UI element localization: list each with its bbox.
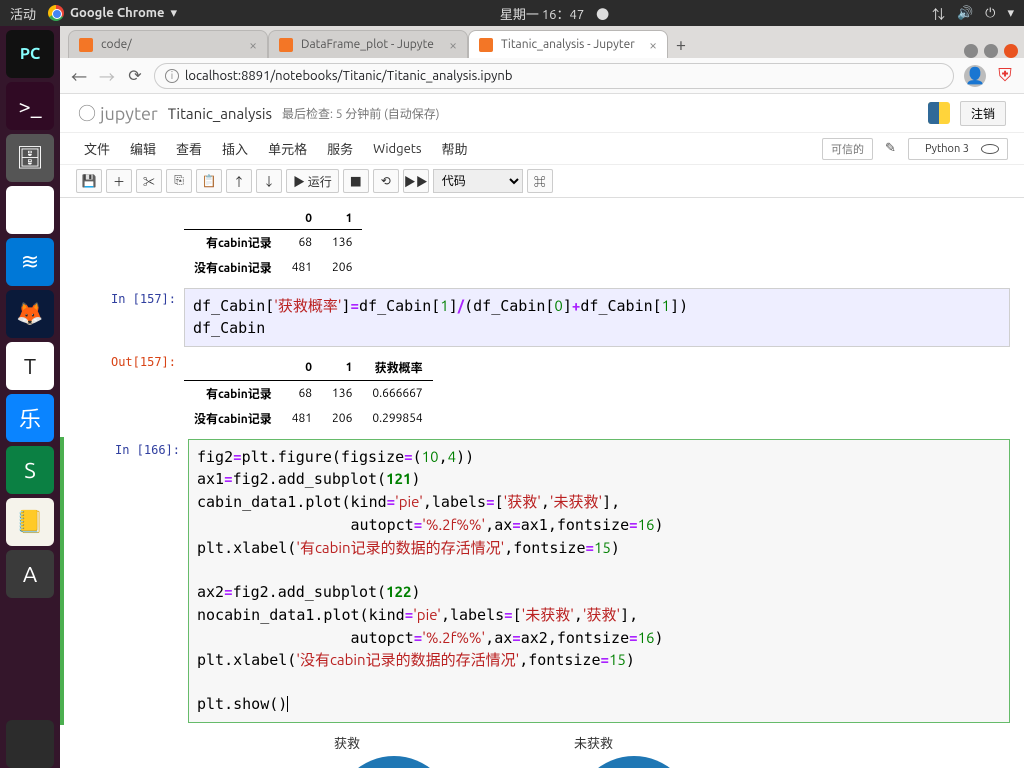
code-cell-166[interactable]: fig2=plt.figure(figsize=(10,4)) ax1=fig2… (188, 439, 1010, 723)
pycharm-icon[interactable]: PC (6, 30, 54, 78)
back-icon[interactable]: ← (70, 64, 88, 88)
chrome-icon (48, 5, 64, 21)
save-status: 最后检查: 5 分钟前 (自动保存) (282, 105, 440, 122)
ubuntu-launcher: PC >_ 🗄 ≋ 🦊 T 乐 S 📒 A (0, 26, 60, 768)
menu-cell[interactable]: 单元格 (260, 137, 315, 160)
active-app[interactable]: Google Chrome ▾ (48, 5, 177, 21)
menu-edit[interactable]: 编辑 (122, 137, 164, 160)
files-icon[interactable]: 🗄 (6, 134, 54, 182)
menu-insert[interactable]: 插入 (214, 137, 256, 160)
vscode-icon[interactable]: ≋ (6, 238, 54, 286)
cell-type-select[interactable]: 代码 (433, 169, 523, 193)
notebook-body: 01 有cabin记录68136 没有cabin记录481206 In [157… (60, 198, 1024, 768)
output-table-157: 01获救概率 有cabin记录681360.666667 没有cabin记录48… (184, 355, 433, 431)
ubuntu-topbar: 活动 Google Chrome ▾ 星期一 16：47 ● ⇅ 🔊 ⏻ ▾ (0, 0, 1024, 26)
minimize-icon[interactable] (964, 44, 978, 58)
volume-icon[interactable]: 🔊 (957, 6, 973, 21)
power-icon[interactable]: ⏻ (985, 6, 995, 21)
command-palette-button[interactable]: ⌘ (527, 169, 553, 193)
move-down-button[interactable]: ↓ (256, 169, 282, 193)
menu-file[interactable]: 文件 (76, 137, 118, 160)
clock[interactable]: 星期一 16：47 (500, 4, 584, 23)
tab-code[interactable]: code/ × (68, 30, 268, 58)
updater-icon[interactable]: A (6, 550, 54, 598)
close-window-icon[interactable] (1004, 44, 1018, 58)
paste-button[interactable]: 📋 (196, 169, 222, 193)
close-icon[interactable]: × (249, 37, 257, 53)
text-editor-icon[interactable]: T (6, 342, 54, 390)
pie-output-preview: 获救 未获救 (184, 733, 1010, 768)
url-field[interactable]: i localhost:8891/notebooks/Titanic/Titan… (154, 63, 954, 89)
notebook-title[interactable]: Titanic_analysis (168, 105, 272, 122)
tab-label: Titanic_analysis - Jupyter (501, 38, 635, 51)
pie-left-label: 获救 (334, 737, 360, 751)
copy-button[interactable]: ⎘ (166, 169, 192, 193)
site-info-icon[interactable]: i (165, 69, 179, 83)
menu-view[interactable]: 查看 (168, 137, 210, 160)
jupyter-logo[interactable]: ○ jupyter (78, 100, 158, 126)
show-apps-icon[interactable] (6, 720, 54, 768)
activities-label[interactable]: 活动 (10, 4, 36, 23)
firefox-icon[interactable]: 🦊 (6, 290, 54, 338)
notes-icon[interactable]: 📒 (6, 498, 54, 546)
jupyter-header: ○ jupyter Titanic_analysis 最后检查: 5 分钟前 (… (60, 94, 1024, 133)
reload-icon[interactable]: ⟳ (126, 66, 144, 85)
profile-icon[interactable]: 👤 (964, 65, 986, 87)
prompt-in-157: In [157]: (74, 288, 184, 347)
save-button[interactable]: 💾 (76, 169, 102, 193)
wps-icon[interactable]: S (6, 446, 54, 494)
add-cell-button[interactable]: ＋ (106, 169, 132, 193)
jupyter-favicon-icon (79, 38, 93, 52)
forward-icon[interactable]: → (98, 64, 116, 88)
window-controls (964, 44, 1018, 58)
tab-label: DataFrame_plot - Jupyte (301, 38, 434, 51)
menu-caret-icon[interactable]: ▾ (1007, 6, 1014, 21)
prompt-in-166: In [166]: (78, 439, 188, 723)
menu-kernel[interactable]: 服务 (319, 137, 361, 160)
code-cell-157[interactable]: df_Cabin['获救概率']=df_Cabin[1]/(df_Cabin[0… (184, 288, 1010, 347)
edit-icon[interactable]: ✎ (877, 139, 904, 158)
terminal-icon[interactable]: >_ (6, 82, 54, 130)
kernel-indicator[interactable]: Python 3 (908, 138, 1008, 160)
cut-button[interactable]: ✂ (136, 169, 162, 193)
prompt-out-157: Out[157]: (74, 351, 184, 435)
jupyter-favicon-icon (479, 38, 493, 52)
close-icon[interactable]: × (649, 37, 657, 53)
move-up-button[interactable]: ↑ (226, 169, 252, 193)
logout-button[interactable]: 注销 (960, 101, 1006, 126)
tab-titanic-analysis[interactable]: Titanic_analysis - Jupyter × (468, 30, 668, 58)
menu-widgets[interactable]: Widgets (365, 140, 429, 158)
jupyter-favicon-icon (279, 38, 293, 52)
tab-label: code/ (101, 38, 132, 51)
stop-button[interactable]: ■ (343, 169, 369, 193)
jupyter-toolbar: 💾 ＋ ✂ ⎘ 📋 ↑ ↓ ▶ 运行 ■ ⟲ ▶▶ 代码 ⌘ (60, 165, 1024, 198)
kernel-status-icon (981, 144, 999, 154)
tab-strip: code/ × DataFrame_plot - Jupyte × Titani… (60, 26, 1024, 58)
maximize-icon[interactable] (984, 44, 998, 58)
new-tab-button[interactable]: + (668, 32, 694, 58)
chrome-window: code/ × DataFrame_plot - Jupyte × Titani… (60, 26, 1024, 768)
app-blue-icon[interactable]: 乐 (6, 394, 54, 442)
python-icon (928, 102, 950, 124)
jupyter-menubar: 文件 编辑 查看 插入 单元格 服务 Widgets 帮助 可信的 ✎ Pyth… (60, 133, 1024, 165)
fast-forward-button[interactable]: ▶▶ (403, 169, 429, 193)
chrome-app-icon[interactable] (6, 186, 54, 234)
address-bar: ← → ⟳ i localhost:8891/notebooks/Titanic… (60, 58, 1024, 94)
page-content: ○ jupyter Titanic_analysis 最后检查: 5 分钟前 (… (60, 94, 1024, 768)
tab-dataframe-plot[interactable]: DataFrame_plot - Jupyte × (268, 30, 468, 58)
network-icon[interactable]: ⇅ (932, 4, 945, 23)
run-button[interactable]: ▶ 运行 (286, 169, 339, 193)
pie-right-label: 未获救 (574, 737, 613, 751)
output-table-small: 01 有cabin记录68136 没有cabin记录481206 (184, 208, 362, 280)
ublock-icon[interactable]: ⛨ (996, 65, 1014, 86)
trusted-badge[interactable]: 可信的 (822, 138, 873, 160)
url-text: localhost:8891/notebooks/Titanic/Titanic… (185, 69, 512, 83)
restart-button[interactable]: ⟲ (373, 169, 399, 193)
menu-help[interactable]: 帮助 (434, 137, 476, 160)
close-icon[interactable]: × (449, 37, 457, 53)
